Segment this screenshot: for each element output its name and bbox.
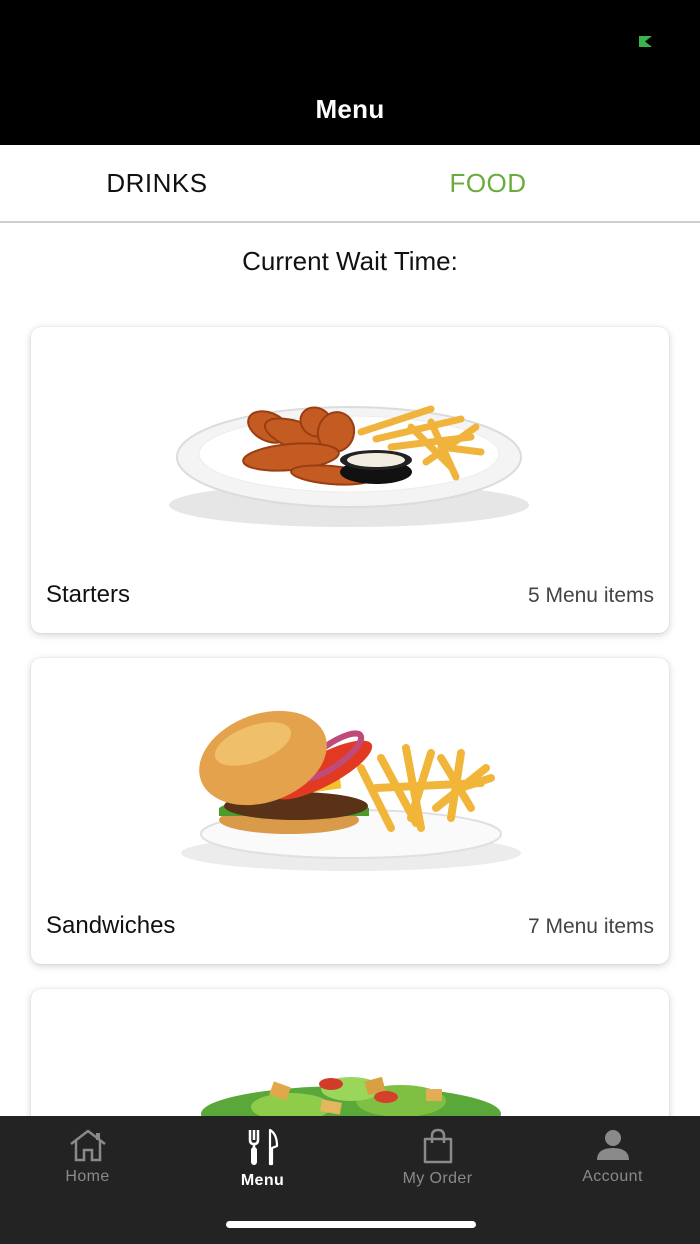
home-indicator <box>226 1221 476 1228</box>
tabbar-item-account[interactable]: Account <box>525 1116 700 1206</box>
app-header: Menu <box>0 0 700 145</box>
category-name: Starters <box>46 581 131 608</box>
page-title: Menu <box>315 94 385 124</box>
category-item-count: 5 Menu items <box>527 584 654 607</box>
chicken-tenders-fries-image <box>169 405 529 527</box>
burger-fries-image <box>181 710 521 871</box>
home-icon <box>69 1129 106 1162</box>
tab-food[interactable]: FOOD <box>313 145 663 221</box>
person-icon <box>596 1130 629 1160</box>
tabbar-label-account: Account <box>582 1168 643 1185</box>
tabbar-label-home: Home <box>65 1168 110 1185</box>
category-name: Sandwiches <box>46 912 176 939</box>
tabbar-label-my-order: My Order <box>402 1170 473 1187</box>
tabbar-item-my-order[interactable]: My Order <box>350 1116 525 1206</box>
tab-drinks[interactable]: DRINKS <box>0 145 332 221</box>
menu-category-card-sandwiches[interactable]: Sandwiches 7 Menu items <box>31 658 669 964</box>
shopping-bag-icon <box>423 1128 452 1164</box>
menu-category-card-starters[interactable]: Starters 5 Menu items <box>31 327 669 633</box>
tabbar-item-menu[interactable]: Menu <box>175 1116 350 1206</box>
tabbar-label-menu: Menu <box>240 1172 285 1189</box>
category-item-count: 7 Menu items <box>527 915 654 938</box>
wait-time-label: Current Wait Time: <box>242 246 458 276</box>
status-indicator-icon <box>639 36 652 47</box>
fork-knife-icon <box>248 1128 278 1166</box>
tabbar-item-home[interactable]: Home <box>0 1116 175 1206</box>
category-tabs: DRINKS FOOD <box>0 145 700 223</box>
